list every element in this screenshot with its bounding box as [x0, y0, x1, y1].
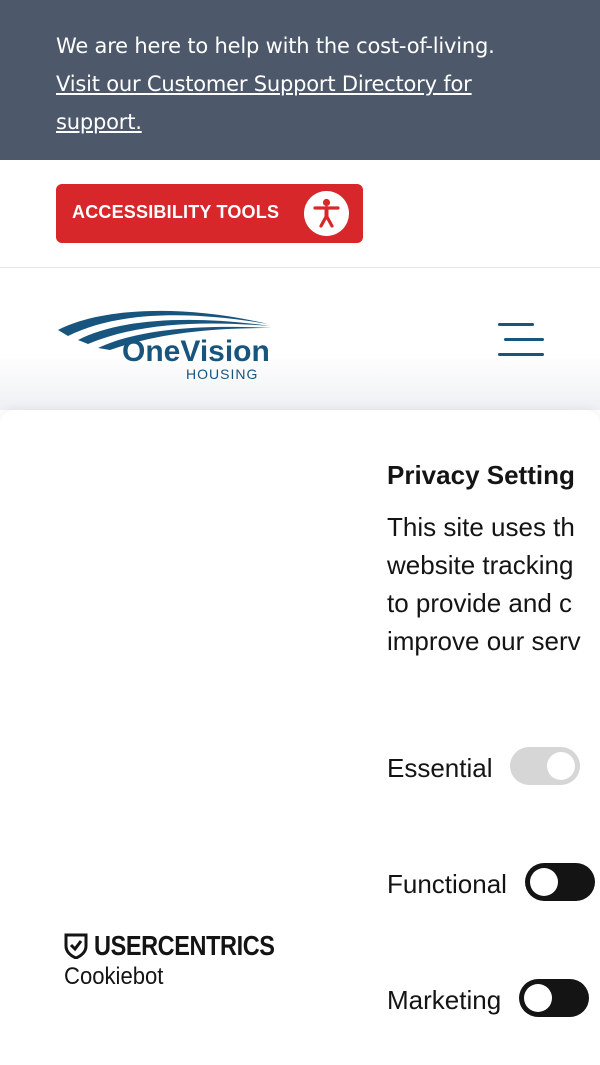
privacy-description: This site uses th website tracking to pr…	[387, 512, 581, 656]
privacy-settings-title: Privacy Setting	[387, 460, 575, 490]
shield-check-icon	[64, 933, 88, 959]
functional-toggle[interactable]	[525, 863, 595, 901]
cost-of-living-banner: We are here to help with the cost-of-liv…	[0, 0, 600, 160]
banner-message: We are here to help with the cost-of-liv…	[56, 34, 495, 58]
cookiebot-wordmark: Cookiebot	[64, 963, 164, 990]
onevision-housing-logo[interactable]: OneVision HOUSING	[56, 304, 288, 388]
accessibility-tools-button[interactable]: ACCESSIBILITY TOOLS	[56, 184, 363, 243]
logo-name: OneVision	[122, 335, 270, 368]
essential-label: Essential	[387, 753, 493, 783]
accessibility-tools-label: ACCESSIBILITY TOOLS	[72, 202, 280, 222]
usercentrics-wordmark: USERCENTRICS	[94, 930, 275, 961]
customer-support-directory-link[interactable]: Visit our Customer Support Directory for…	[56, 72, 472, 134]
functional-label: Functional	[387, 869, 507, 899]
accessibility-bar: ACCESSIBILITY TOOLS	[0, 160, 600, 268]
cookie-consent-dialog: USERCENTRICS Cookiebot Privacy Setting T…	[0, 410, 600, 1065]
accessibility-person-icon	[304, 191, 349, 236]
banner-text: We are here to help with the cost-of-liv…	[56, 27, 556, 141]
site-header: OneVision HOUSING	[0, 268, 600, 410]
marketing-toggle[interactable]	[519, 979, 589, 1017]
essential-toggle[interactable]	[510, 747, 580, 785]
hamburger-menu-icon[interactable]	[496, 320, 546, 360]
logo-subtitle: HOUSING	[186, 366, 258, 382]
marketing-label: Marketing	[387, 985, 502, 1015]
